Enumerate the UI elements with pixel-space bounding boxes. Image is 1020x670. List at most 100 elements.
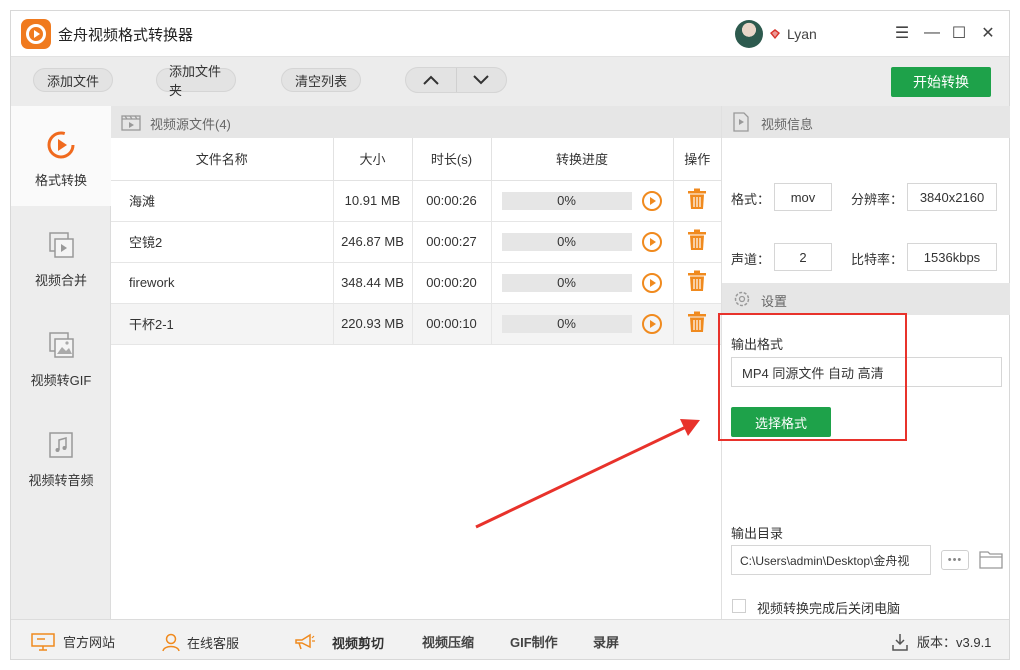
add-folder-button[interactable]: 添加文件夹 [156, 64, 236, 98]
chevron-up-icon [423, 75, 439, 85]
sidebar-label: 视频转音频 [28, 473, 94, 488]
play-icon[interactable] [641, 272, 662, 293]
sidebar-item-video-audio[interactable]: 视频转音频 [11, 406, 111, 506]
megaphone-icon [295, 633, 315, 650]
shutdown-label: 视频转换完成后关闭电脑 [757, 601, 901, 616]
column-header-name[interactable]: 文件名称 [111, 138, 334, 181]
file-name: 空镜2 [111, 221, 334, 263]
file-size: 220.93 MB [333, 303, 413, 345]
support-icon [162, 633, 180, 652]
menu-icon[interactable]: ☰ [891, 22, 913, 44]
resolution-label: 分辨率： [851, 192, 904, 207]
film-icon [121, 115, 141, 131]
support-label: 在线客服 [187, 635, 240, 651]
user-avatar[interactable] [735, 20, 763, 48]
column-header-action: 操作 [673, 138, 721, 181]
toolbar: 添加文件 添加文件夹 清空列表 开始转换 [11, 56, 1009, 106]
progress-bar: 0% [501, 273, 632, 292]
sidebar-item-format-convert[interactable]: 格式转换 [11, 106, 111, 206]
website-label: 官方网站 [63, 635, 116, 650]
format-convert-icon [44, 128, 78, 162]
table-row[interactable]: 海滩 10.91 MB 00:00:26 0% [111, 180, 721, 222]
start-convert-button[interactable]: 开始转换 [891, 67, 991, 97]
maximize-button[interactable]: ☐ [948, 22, 970, 44]
table-row[interactable]: 空镜2 246.87 MB 00:00:27 0% [111, 221, 721, 263]
video-info-title: 视频信息 [761, 117, 814, 132]
browse-dir-button[interactable]: ••• [941, 550, 969, 570]
file-duration: 00:00:27 [412, 221, 492, 263]
play-icon[interactable] [641, 190, 662, 211]
gif-make-link[interactable]: GIF制作 [510, 632, 558, 651]
version-label: 版本：v3.9.1 [917, 635, 992, 650]
file-name: firework [111, 262, 334, 304]
play-icon[interactable] [641, 313, 662, 334]
video-merge-icon [44, 228, 78, 262]
table-row[interactable]: 干杯2-1 220.93 MB 00:00:10 0% [111, 303, 721, 345]
bottom-bar: 官方网站 在线客服 视频剪切 视频压缩 GIF制作 录屏 版本：v3.9.1 [11, 619, 1009, 659]
progress-bar: 0% [501, 191, 632, 210]
gear-icon [734, 291, 750, 307]
table-row[interactable]: firework 348.44 MB 00:00:20 0% [111, 262, 721, 304]
add-file-button[interactable]: 添加文件 [33, 68, 113, 92]
column-header-size[interactable]: 大小 [333, 138, 413, 181]
channels-label: 声道： [731, 252, 771, 267]
close-button[interactable]: ✕ [977, 22, 999, 44]
support-link[interactable]: 在线客服 [161, 632, 239, 652]
video-compress-link[interactable]: 视频压缩 [422, 632, 474, 651]
video-info-icon [733, 112, 749, 132]
output-dir-field[interactable]: C:\Users\admin\Desktop\金舟视 [731, 545, 931, 575]
settings-header: 设置 [722, 283, 1010, 315]
video-cut-link[interactable]: 视频剪切 [332, 633, 384, 652]
app-title: 金舟视频格式转换器 [58, 27, 194, 44]
bitrate-value: 1536kbps [907, 243, 997, 271]
move-up-button[interactable] [406, 68, 456, 92]
video-audio-icon [44, 428, 78, 462]
file-duration: 00:00:10 [412, 303, 492, 345]
vip-icon [770, 29, 780, 39]
file-duration: 00:00:26 [412, 180, 492, 222]
monitor-icon [31, 632, 55, 651]
trash-icon[interactable] [687, 311, 707, 333]
website-link[interactable]: 官方网站 [31, 632, 115, 651]
clear-list-button[interactable]: 清空列表 [281, 68, 361, 92]
title-bar: 金舟视频格式转换器 Lyan ☰ — ☐ ✕ [11, 11, 1009, 56]
play-icon[interactable] [641, 231, 662, 252]
version-info[interactable]: 版本：v3.9.1 [891, 632, 991, 651]
shutdown-checkbox[interactable] [732, 599, 746, 613]
sidebar-label: 视频合并 [34, 273, 87, 288]
sidebar: 格式转换 视频合并 视频转GIF 视频转音频 [11, 106, 111, 619]
chevron-down-icon [473, 75, 489, 85]
trash-icon[interactable] [687, 229, 707, 251]
trash-icon[interactable] [687, 270, 707, 292]
resolution-value: 3840x2160 [907, 183, 997, 211]
output-dir-label: 输出目录 [731, 526, 784, 541]
column-header-duration[interactable]: 时长(s) [412, 138, 492, 181]
folder-icon[interactable] [979, 549, 1003, 569]
sidebar-item-video-merge[interactable]: 视频合并 [11, 206, 111, 306]
column-header-progress: 转换进度 [491, 138, 674, 181]
bitrate-label: 比特率： [851, 252, 904, 267]
trash-icon[interactable] [687, 188, 707, 210]
file-name: 海滩 [111, 180, 334, 222]
file-size: 10.91 MB [333, 180, 413, 222]
table-header-row: 文件名称 大小 时长(s) 转换进度 操作 [111, 138, 721, 181]
user-name[interactable]: Lyan [787, 26, 817, 42]
annotation-highlight-box [718, 313, 907, 441]
sidebar-label: 视频转GIF [30, 373, 92, 388]
format-value: mov [774, 183, 832, 211]
file-duration: 00:00:20 [412, 262, 492, 304]
channels-value: 2 [774, 243, 832, 271]
progress-bar: 0% [501, 314, 632, 333]
clip-tool-group: 视频剪切 [294, 632, 384, 652]
screen-record-link[interactable]: 录屏 [593, 632, 619, 651]
move-down-button[interactable] [455, 68, 507, 92]
file-list-header: 视频源文件(4) [111, 106, 721, 138]
sidebar-item-video-gif[interactable]: 视频转GIF [11, 306, 111, 406]
video-info-header: 视频信息 [722, 106, 1010, 138]
settings-title: 设置 [761, 294, 788, 309]
download-icon [892, 633, 908, 651]
reorder-buttons [405, 67, 507, 93]
file-name: 干杯2-1 [111, 303, 334, 345]
minimize-button[interactable]: — [921, 22, 943, 44]
app-logo-icon [21, 19, 51, 49]
